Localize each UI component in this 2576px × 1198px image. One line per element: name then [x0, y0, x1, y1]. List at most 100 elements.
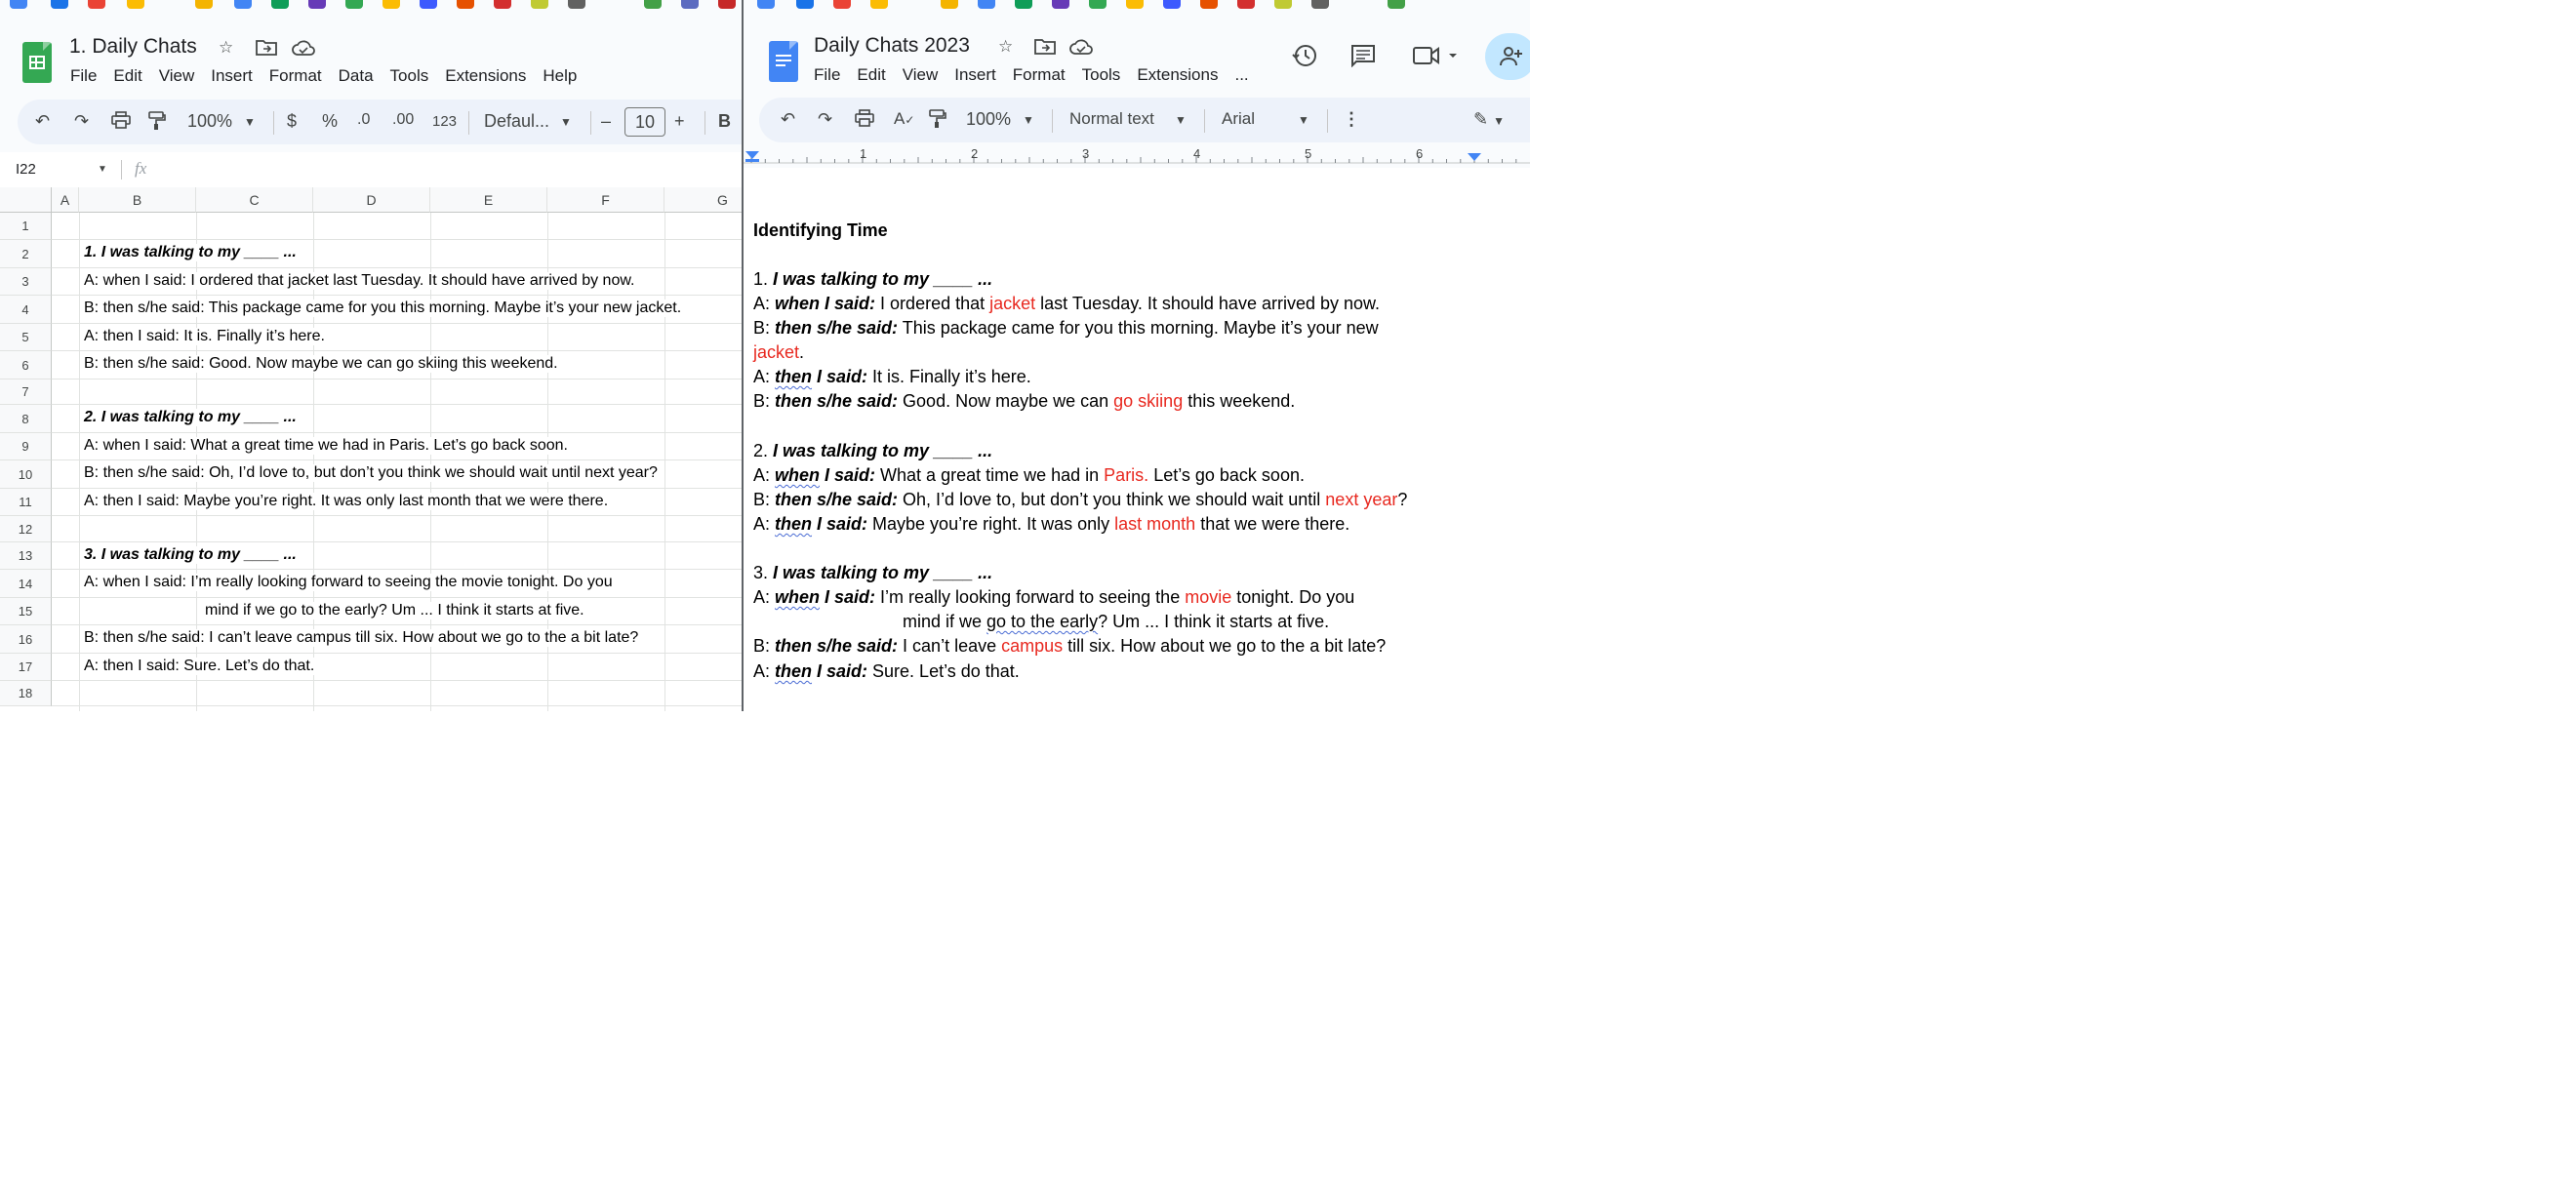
- cell-text[interactable]: B: then s/he said: I can’t leave campus …: [84, 629, 643, 647]
- paint-format-icon[interactable]: [148, 111, 166, 136]
- row-header[interactable]: 7: [0, 379, 52, 405]
- star-icon[interactable]: ☆: [998, 37, 1013, 57]
- chevron-down-icon[interactable]: ▼: [98, 164, 107, 175]
- zoom-select[interactable]: 100%: [966, 109, 1011, 130]
- cell-text[interactable]: 3. I was talking to my ____ ...: [84, 546, 301, 564]
- left-indent-marker[interactable]: [745, 151, 759, 159]
- bookmark-icon[interactable]: [382, 0, 400, 9]
- undo-icon[interactable]: ↶: [781, 109, 795, 130]
- menu-insert[interactable]: Insert: [211, 66, 253, 86]
- bookmark-icon[interactable]: [681, 0, 699, 9]
- menu-more[interactable]: ...: [1234, 65, 1248, 85]
- share-button[interactable]: [1485, 33, 1530, 80]
- menu-tools[interactable]: Tools: [1082, 65, 1121, 85]
- bookmark-icon[interactable]: [308, 0, 326, 9]
- column-header[interactable]: C: [196, 187, 313, 213]
- row-header[interactable]: 3: [0, 268, 52, 296]
- name-box[interactable]: I22: [16, 161, 36, 178]
- bookmark-icon[interactable]: [345, 0, 363, 9]
- menu-data[interactable]: Data: [339, 66, 374, 86]
- menu-format[interactable]: Format: [1013, 65, 1066, 85]
- bookmark-icon[interactable]: [941, 0, 958, 9]
- font-size-increase-button[interactable]: +: [674, 111, 685, 132]
- row-header[interactable]: 4: [0, 296, 52, 324]
- bookmark-icon[interactable]: [1015, 0, 1032, 9]
- number-format-button[interactable]: 123: [432, 113, 457, 130]
- cell-text[interactable]: 2. I was talking to my ____ ...: [84, 409, 301, 426]
- star-icon[interactable]: ☆: [219, 38, 233, 58]
- bookmark-icon[interactable]: [271, 0, 289, 9]
- redo-icon[interactable]: ↷: [818, 109, 832, 130]
- decrease-decimal-button[interactable]: .0: [357, 111, 370, 129]
- bookmark-icon[interactable]: [457, 0, 474, 9]
- sheets-logo-icon[interactable]: [22, 42, 52, 83]
- chevron-down-icon[interactable]: ▼: [560, 115, 572, 129]
- chevron-down-icon[interactable]: ▼: [244, 115, 256, 129]
- right-indent-marker[interactable]: [1468, 153, 1481, 161]
- cell-text[interactable]: A: then I said: Sure. Let’s do that.: [84, 658, 319, 675]
- font-select[interactable]: Defaul...: [484, 111, 549, 132]
- move-folder-icon[interactable]: [1034, 37, 1056, 60]
- cell-text[interactable]: 1. I was talking to my ____ ...: [84, 244, 301, 261]
- bookmark-icon[interactable]: [494, 0, 511, 9]
- menu-file[interactable]: File: [814, 65, 840, 85]
- bookmark-icon[interactable]: [51, 0, 68, 9]
- column-header[interactable]: E: [430, 187, 547, 213]
- column-header[interactable]: B: [79, 187, 196, 213]
- paint-format-icon[interactable]: [929, 109, 946, 134]
- bookmark-icon[interactable]: [234, 0, 252, 9]
- row-header[interactable]: 17: [0, 654, 52, 681]
- menu-format[interactable]: Format: [269, 66, 322, 86]
- bookmark-icon[interactable]: [978, 0, 995, 9]
- menu-edit[interactable]: Edit: [113, 66, 141, 86]
- row-header[interactable]: 9: [0, 433, 52, 460]
- editing-mode-icon[interactable]: ✎ ▼: [1473, 109, 1505, 130]
- bookmark-icon[interactable]: [1126, 0, 1144, 9]
- currency-format-button[interactable]: $: [287, 111, 297, 132]
- bookmark-icon[interactable]: [870, 0, 888, 9]
- chevron-down-icon[interactable]: ▼: [1023, 113, 1034, 127]
- menu-edit[interactable]: Edit: [857, 65, 885, 85]
- bookmark-icon[interactable]: [833, 0, 851, 9]
- bookmark-icon[interactable]: [757, 0, 775, 9]
- bookmark-icon[interactable]: [1089, 0, 1107, 9]
- cloud-status-icon[interactable]: [1069, 38, 1093, 60]
- menu-extensions[interactable]: Extensions: [1137, 65, 1218, 85]
- cell-text[interactable]: A: then I said: Maybe you’re right. It w…: [84, 493, 613, 510]
- bookmark-icon[interactable]: [420, 0, 437, 9]
- row-header[interactable]: 5: [0, 324, 52, 351]
- row-header[interactable]: 13: [0, 542, 52, 570]
- document-title[interactable]: 1. Daily Chats: [69, 35, 197, 59]
- chevron-down-icon[interactable]: ▼: [1298, 113, 1309, 127]
- column-header[interactable]: D: [313, 187, 430, 213]
- zoom-select[interactable]: 100%: [187, 111, 232, 132]
- bookmark-icon[interactable]: [1163, 0, 1181, 9]
- ruler[interactable]: 1 2 3 4 5 6: [744, 146, 1530, 168]
- spreadsheet-grid[interactable]: A B C D E F G 1 2 1. I was talking to my _…: [0, 187, 743, 711]
- cell-text[interactable]: mind if we go to the early? Um ... I thi…: [205, 602, 588, 619]
- percent-format-button[interactable]: %: [322, 111, 338, 132]
- menu-view[interactable]: View: [159, 66, 195, 86]
- cloud-status-icon[interactable]: [292, 39, 315, 61]
- bookmark-icon[interactable]: [127, 0, 144, 9]
- row-header[interactable]: 14: [0, 570, 52, 598]
- cell-text[interactable]: B: then s/he said: Good. Now maybe we ca…: [84, 355, 562, 373]
- column-header[interactable]: F: [547, 187, 664, 213]
- column-header[interactable]: G: [664, 187, 743, 213]
- undo-icon[interactable]: ↶: [35, 111, 50, 132]
- bookmark-icon[interactable]: [1237, 0, 1255, 9]
- bold-button[interactable]: B: [718, 111, 731, 132]
- cell-text[interactable]: A: when I said: I’m really looking forwa…: [84, 574, 617, 591]
- bookmark-icon[interactable]: [195, 0, 213, 9]
- bookmark-icon[interactable]: [1274, 0, 1292, 9]
- row-header[interactable]: 1: [0, 213, 52, 240]
- menu-tools[interactable]: Tools: [390, 66, 429, 86]
- redo-icon[interactable]: ↷: [74, 111, 89, 132]
- row-header[interactable]: 6: [0, 351, 52, 379]
- menu-insert[interactable]: Insert: [954, 65, 996, 85]
- increase-decimal-button[interactable]: .00: [392, 111, 414, 129]
- select-all-corner[interactable]: [0, 187, 52, 213]
- chevron-down-icon[interactable]: ▼: [1175, 113, 1187, 127]
- font-size-input[interactable]: 10: [624, 107, 665, 137]
- menu-extensions[interactable]: Extensions: [445, 66, 526, 86]
